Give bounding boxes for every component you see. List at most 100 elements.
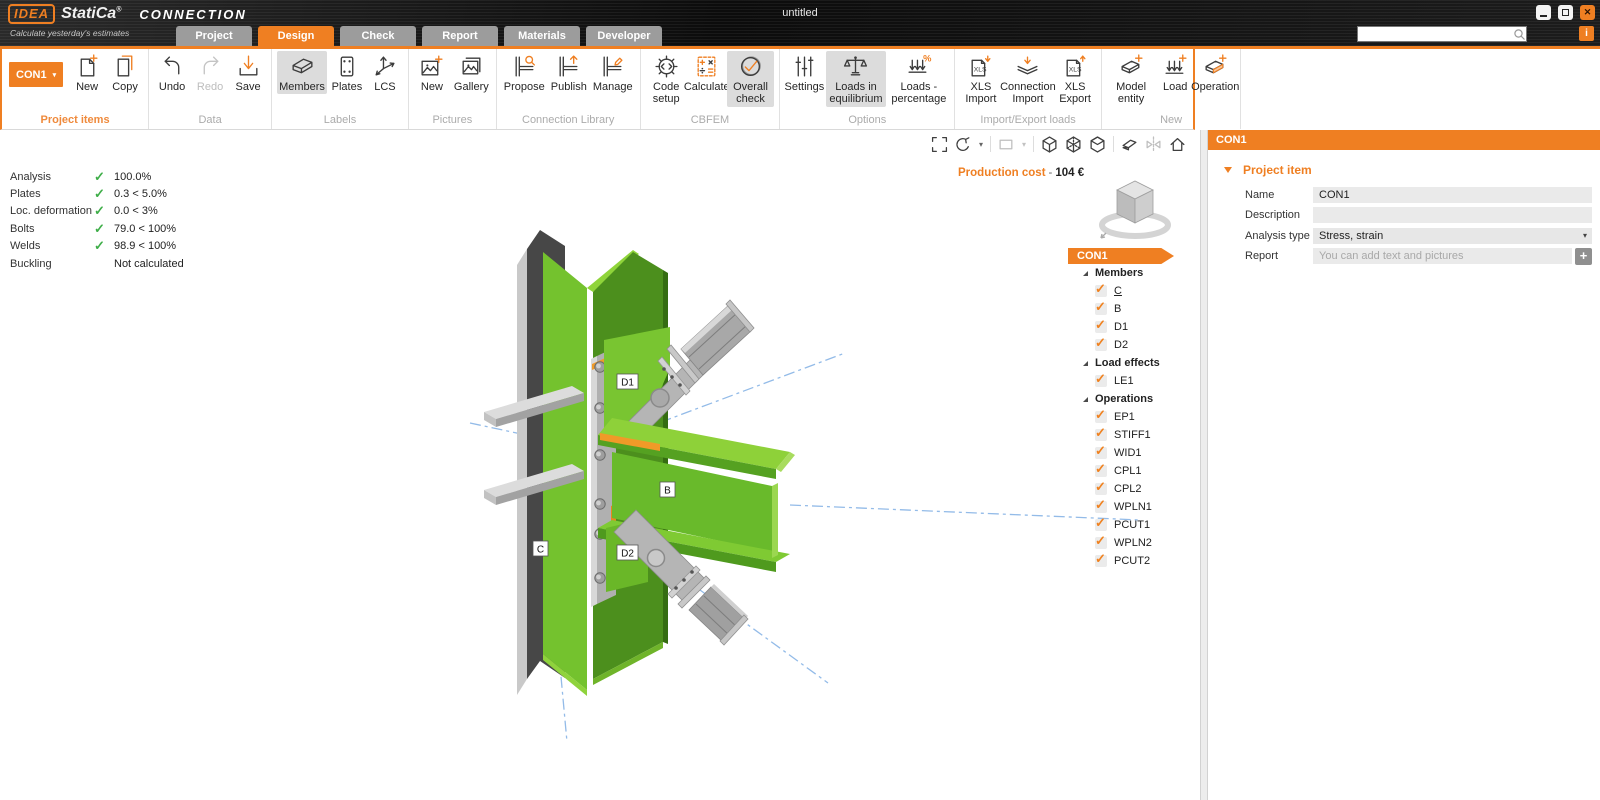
- fit-view-icon[interactable]: [931, 136, 948, 153]
- undo-button[interactable]: Undo: [154, 51, 190, 94]
- label-column[interactable]: C: [533, 541, 548, 556]
- minimize-button[interactable]: [1536, 5, 1551, 20]
- tree-section-operations[interactable]: Operations: [1068, 390, 1198, 408]
- search-input[interactable]: [1358, 29, 1513, 40]
- checkbox-checked[interactable]: ✓: [1095, 555, 1107, 567]
- label-diagonal1[interactable]: D1: [617, 374, 638, 389]
- checkbox-checked[interactable]: ✓: [1095, 375, 1107, 387]
- wireframe-cube-icon[interactable]: [1041, 136, 1058, 153]
- calculate-button[interactable]: Calculate: [689, 51, 725, 94]
- tab-materials[interactable]: Materials: [504, 26, 580, 46]
- panel-splitter[interactable]: [1200, 130, 1208, 800]
- overall-check-button[interactable]: Overall check: [727, 51, 775, 107]
- checkbox-checked[interactable]: ✓: [1095, 339, 1107, 351]
- tab-design[interactable]: Design: [258, 26, 334, 46]
- xls-import-button[interactable]: XLS XLS Import: [960, 51, 1001, 107]
- checkbox-checked[interactable]: ✓: [1095, 303, 1107, 315]
- tree-item-d2[interactable]: ✓D2: [1068, 336, 1198, 354]
- new-project-item-button[interactable]: New: [69, 51, 105, 94]
- home-view-icon[interactable]: [1169, 136, 1186, 153]
- members-labels-toggle[interactable]: Members: [277, 51, 327, 94]
- tree-item-cpl2[interactable]: ✓CPL2: [1068, 480, 1198, 498]
- plates-labels-toggle[interactable]: Plates: [329, 51, 365, 94]
- expander-icon[interactable]: [1083, 271, 1088, 276]
- con1-dropdown[interactable]: CON1▾: [9, 62, 63, 87]
- selection-rect-icon[interactable]: [998, 136, 1015, 153]
- publish-button[interactable]: Publish: [549, 51, 589, 94]
- expander-icon[interactable]: [1083, 361, 1088, 366]
- new-picture-button[interactable]: New: [414, 51, 450, 94]
- checkbox-checked[interactable]: ✓: [1095, 429, 1107, 441]
- new-operation-button[interactable]: Operation: [1195, 51, 1235, 94]
- tree-item-wpln2[interactable]: ✓WPLN2: [1068, 534, 1198, 552]
- mirror-flip-icon[interactable]: [1145, 136, 1162, 153]
- copy-project-item-button[interactable]: Copy: [107, 51, 143, 94]
- tree-item-d1[interactable]: ✓D1: [1068, 318, 1198, 336]
- name-field[interactable]: [1313, 187, 1592, 203]
- new-model-entity-button[interactable]: Model entity: [1107, 51, 1155, 107]
- tree-item-b[interactable]: ✓B: [1068, 300, 1198, 318]
- tree-item-stiff1[interactable]: ✓STIFF1: [1068, 426, 1198, 444]
- checkbox-checked[interactable]: ✓: [1095, 285, 1107, 297]
- label-diagonal2[interactable]: D2: [617, 545, 638, 560]
- description-field[interactable]: [1313, 207, 1592, 223]
- 3d-viewport[interactable]: C B D1 D2 ▾ ▾ Analysis✓100.0%: [0, 130, 1200, 800]
- checkbox-checked[interactable]: ✓: [1095, 501, 1107, 513]
- expander-icon[interactable]: [1083, 397, 1088, 402]
- loads-in-equilibrium-toggle[interactable]: Loads in equilibrium: [826, 51, 887, 107]
- report-field[interactable]: [1313, 248, 1572, 264]
- project-item-section[interactable]: Project item: [1208, 150, 1600, 186]
- search-box[interactable]: [1357, 26, 1527, 42]
- checkbox-checked[interactable]: ✓: [1095, 447, 1107, 459]
- selection-options-caret[interactable]: ▾: [1022, 140, 1026, 149]
- checkbox-checked[interactable]: ✓: [1095, 483, 1107, 495]
- tree-item-c[interactable]: ✓C: [1068, 282, 1198, 300]
- copy-icon: [112, 53, 139, 80]
- connection-import-button[interactable]: Connection Import: [1004, 51, 1053, 107]
- solid-cube-icon[interactable]: [1089, 136, 1106, 153]
- tree-section-members[interactable]: Members: [1068, 264, 1198, 282]
- tab-developer[interactable]: Developer: [586, 26, 662, 46]
- gallery-button[interactable]: Gallery: [452, 51, 491, 94]
- orbit-options-caret[interactable]: ▾: [979, 140, 983, 149]
- add-report-content-button[interactable]: +: [1575, 248, 1592, 265]
- section-view-icon[interactable]: [1121, 136, 1138, 153]
- orbit-icon[interactable]: [955, 136, 972, 153]
- manage-button[interactable]: Manage: [591, 51, 635, 94]
- checkbox-checked[interactable]: ✓: [1095, 321, 1107, 333]
- settings-button[interactable]: Settings: [785, 51, 823, 94]
- info-button[interactable]: i: [1579, 26, 1594, 41]
- tree-item-wpln1[interactable]: ✓WPLN1: [1068, 498, 1198, 516]
- hiddenline-cube-icon[interactable]: [1065, 136, 1082, 153]
- checkbox-checked[interactable]: ✓: [1095, 537, 1107, 549]
- nav-cube[interactable]: [1094, 175, 1176, 247]
- tab-check[interactable]: Check: [340, 26, 416, 46]
- redo-button[interactable]: Redo: [192, 51, 228, 94]
- propose-button[interactable]: Propose: [502, 51, 547, 94]
- label-beam[interactable]: B: [660, 482, 675, 497]
- close-button[interactable]: ✕: [1580, 5, 1595, 20]
- tree-item-pcut1[interactable]: ✓PCUT1: [1068, 516, 1198, 534]
- checkbox-checked[interactable]: ✓: [1095, 519, 1107, 531]
- new-load-button[interactable]: Load: [1157, 51, 1193, 94]
- tree-item-ep1[interactable]: ✓EP1: [1068, 408, 1198, 426]
- code-setup-button[interactable]: Code setup: [646, 51, 687, 107]
- checkbox-checked[interactable]: ✓: [1095, 465, 1107, 477]
- save-button[interactable]: Save: [230, 51, 266, 94]
- maximize-button[interactable]: [1558, 5, 1573, 20]
- analysis-type-select[interactable]: Stress, strain ▾: [1313, 228, 1592, 244]
- tab-report[interactable]: Report: [422, 26, 498, 46]
- lcs-toggle[interactable]: LCS: [367, 51, 403, 94]
- tree-item-wid1[interactable]: ✓WID1: [1068, 444, 1198, 462]
- checkbox-checked[interactable]: ✓: [1095, 411, 1107, 423]
- tree-item-pcut2[interactable]: ✓PCUT2: [1068, 552, 1198, 570]
- collapse-triangle-icon[interactable]: [1224, 167, 1232, 173]
- tab-project[interactable]: Project: [176, 26, 252, 46]
- check-row-bolts: Bolts✓79.0 < 100%: [10, 220, 184, 237]
- tree-section-load-effects[interactable]: Load effects: [1068, 354, 1198, 372]
- tree-item-cpl1[interactable]: ✓CPL1: [1068, 462, 1198, 480]
- xls-export-button[interactable]: XLS XLS Export: [1054, 51, 1096, 107]
- loads-percentage-toggle[interactable]: % Loads - percentage: [888, 51, 949, 107]
- tree-header-con1[interactable]: CON1: [1068, 248, 1174, 264]
- tree-item-le1[interactable]: ✓LE1: [1068, 372, 1198, 390]
